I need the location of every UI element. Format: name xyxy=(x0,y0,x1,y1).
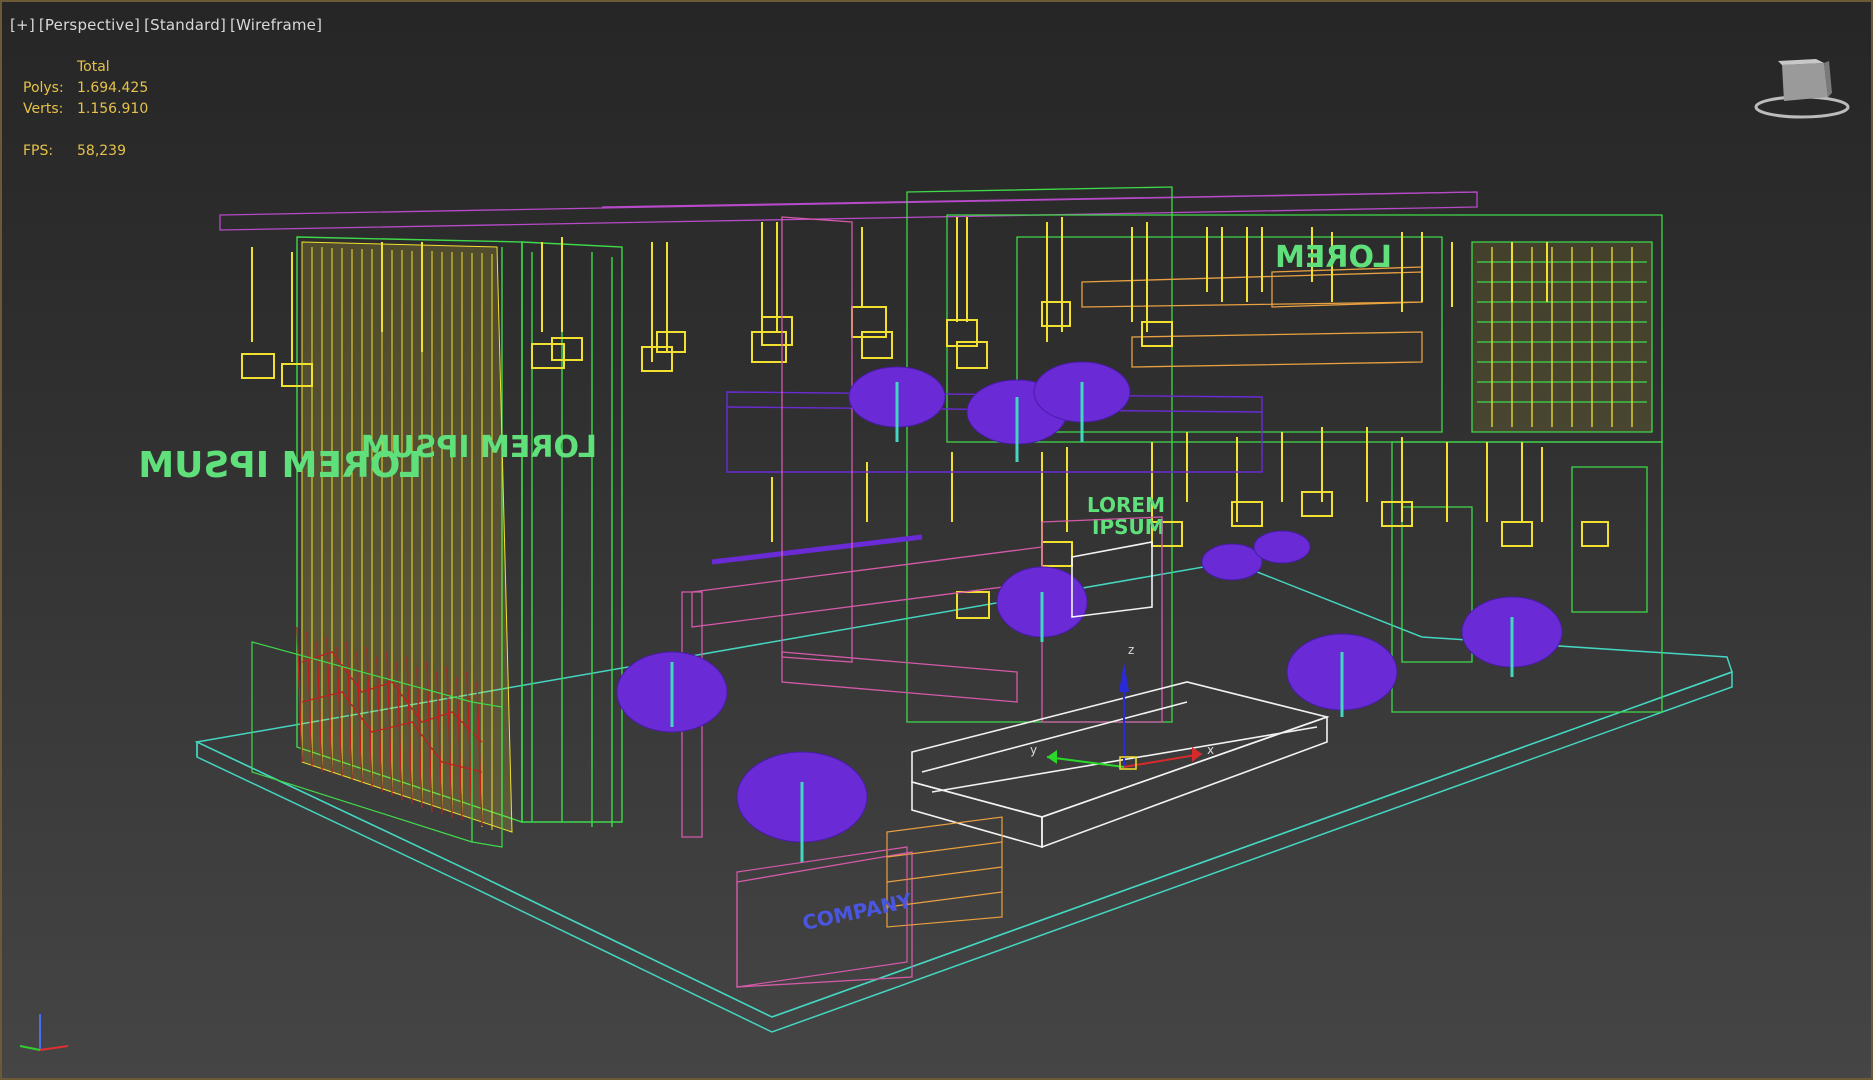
slatted-wood-panel xyxy=(301,241,513,833)
axis-tripod-icon xyxy=(19,1014,69,1051)
kiosk-logo-line-1: LOREM xyxy=(1087,493,1165,517)
company-counter-text: COMPANY xyxy=(800,888,914,935)
gizmo-z-label: z xyxy=(1128,643,1134,657)
kiosk-logo: LOREM IPSUM xyxy=(1087,493,1165,539)
roof-frame xyxy=(219,191,1478,231)
back-wall-logo: LOREM xyxy=(1275,240,1392,275)
lounge-chairs xyxy=(616,361,1563,843)
wall-logo-text-2: LOREM IPSUM xyxy=(361,430,597,465)
gizmo-x-label: x xyxy=(1207,743,1214,757)
gizmo-y-label: y xyxy=(1030,743,1037,757)
reception-desk xyxy=(911,541,1330,849)
company-counter: COMPANY xyxy=(736,846,914,988)
wall-logo-text: LOREM IPSUM LOREM IPSUM xyxy=(138,430,597,486)
transform-gizmo[interactable]: z x y xyxy=(1030,643,1214,770)
viewcube-icon[interactable] xyxy=(1754,57,1850,121)
wireframe-scene[interactable]: LOREM IPSUM LOREM IPSUM LOREM LOREM IPSU… xyxy=(2,2,1871,1078)
perspective-viewport[interactable]: [+] [Perspective] [Standard] [Wireframe] To… xyxy=(0,0,1873,1080)
